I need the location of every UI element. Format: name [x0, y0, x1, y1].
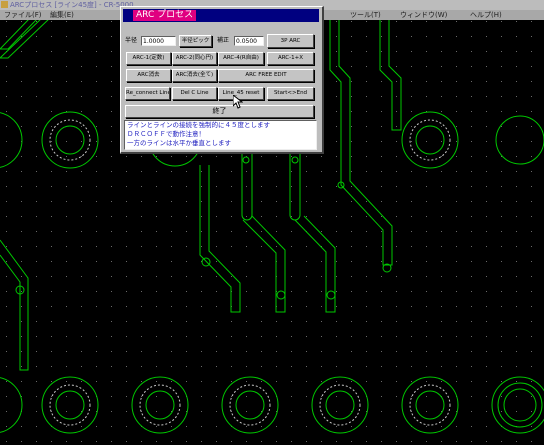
arc-process-dialog: ARC プロセス 半径 1.0000 半径ピック 補正 0.0500 3P AR… — [120, 6, 324, 154]
message-box: ラインとラインの接続を強制的に４５度とします ＤＲＣＯＦＦで動作注意！ 一方のラ… — [124, 120, 317, 150]
arc-4-button[interactable]: ARC-4(R自由) — [218, 52, 264, 65]
menu-file[interactable]: ファイル(F) — [4, 10, 42, 20]
arc-delete-all-button[interactable]: ARC消去(全て) — [172, 69, 217, 82]
exit-button[interactable]: 終了 — [125, 105, 314, 118]
del-c-line-button[interactable]: Del C Line — [172, 87, 217, 100]
arc-3p-button[interactable]: 3P ARC — [267, 34, 314, 48]
menu-tools[interactable]: ツール(T) — [350, 10, 381, 20]
arc-1-button[interactable]: ARC-1(定数) — [126, 52, 171, 65]
message-line: 一方のラインは水平か垂直とします — [127, 139, 231, 147]
app-icon — [1, 1, 8, 8]
message-line: ＤＲＣＯＦＦで動作注意！ — [127, 130, 205, 138]
arc-delete-button[interactable]: ARC消去 — [126, 69, 171, 82]
dialog-titlebar[interactable]: ARC プロセス — [123, 9, 319, 22]
start-end-button[interactable]: Start<>End — [267, 87, 314, 100]
message-line: ラインとラインの接続を強制的に４５度とします — [127, 121, 270, 129]
radius-label: 半径 — [125, 37, 138, 44]
menu-edit[interactable]: 編集(E) — [50, 10, 74, 20]
menu-help[interactable]: ヘルプ(H) — [470, 10, 502, 20]
margin-label: 補正 — [217, 37, 230, 44]
arc-1x-button[interactable]: ARC-1+X — [267, 52, 314, 65]
radius-input[interactable]: 1.0000 — [141, 36, 176, 46]
arc-2-button[interactable]: ARC-2(同心円) — [172, 52, 217, 65]
dialog-title: ARC プロセス — [133, 10, 197, 21]
app-title: ARCプロセス [ライン45度] - CR-5000 — [10, 1, 134, 9]
radius-pick-button[interactable]: 半径ピック — [179, 35, 212, 47]
menu-window[interactable]: ウィンドウ(W) — [400, 10, 447, 20]
mouse-pointer-icon — [233, 95, 243, 109]
arc-free-edit-button[interactable]: ARC FREE EDIT — [218, 69, 314, 82]
margin-input[interactable]: 0.0500 — [234, 36, 264, 46]
reconnect-line-button[interactable]: Re_connect Line — [125, 87, 170, 100]
